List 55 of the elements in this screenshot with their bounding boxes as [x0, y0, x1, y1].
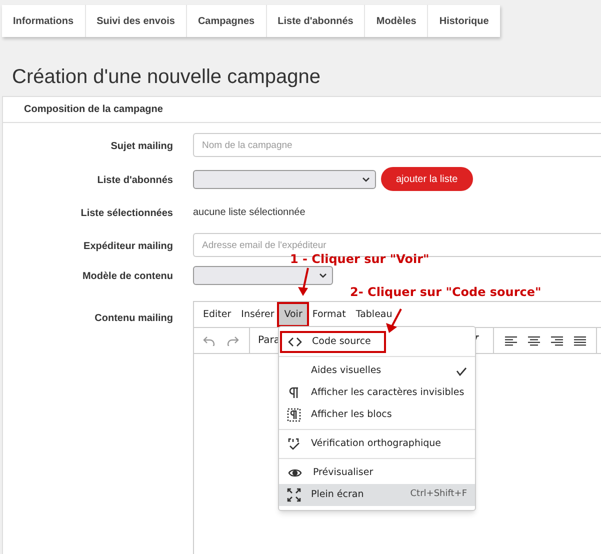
- field-label: Expéditeur mailing: [84, 241, 173, 252]
- menubar-item[interactable]: Tableau: [350, 304, 398, 325]
- menu-item-label: Vérification orthographique: [311, 436, 442, 451]
- add-list-button[interactable]: ajouter la liste: [381, 167, 473, 191]
- annotation-text: 2- Cliquer sur "Code source": [350, 286, 542, 299]
- menu-item-label: Afficher les caractères invisibles: [311, 386, 466, 400]
- checkmark-icon: [456, 366, 467, 376]
- code-icon: [288, 335, 302, 349]
- menu-item-label: Afficher les blocs: [311, 408, 393, 422]
- nav-tab[interactable]: Liste d'abonnés: [266, 5, 364, 37]
- menu-item[interactable]: Prévisualiser: [279, 462, 475, 484]
- menu-item-label: Code source: [312, 334, 372, 349]
- chevron-down-icon: [319, 272, 327, 278]
- justify-icon[interactable]: [574, 336, 586, 346]
- align-center-icon[interactable]: [528, 336, 540, 346]
- menu-item[interactable]: Vérification orthographique: [279, 433, 475, 455]
- field-label: Contenu mailing: [94, 313, 173, 324]
- nav-tab[interactable]: Modèles: [364, 5, 428, 37]
- menu-item[interactable]: Plein écran Ctrl+Shift+F: [279, 484, 475, 506]
- field-label: Liste d'abonnés: [97, 175, 173, 186]
- field-label: Liste sélectionnées: [80, 208, 173, 219]
- pilcrow-icon: [287, 386, 301, 400]
- shortcut-text: Ctrl+Shift+F: [410, 488, 467, 502]
- field-label: Sujet mailing: [110, 141, 173, 152]
- menu-item-label: Aides visuelles: [311, 364, 382, 378]
- align-right-icon[interactable]: [551, 336, 563, 346]
- show-blocks-icon: [287, 408, 301, 422]
- menu-item-label: Prévisualiser: [313, 466, 374, 480]
- spellcheck-icon: [287, 437, 301, 451]
- annotation-arrow: [297, 267, 311, 297]
- menu-item[interactable]: Afficher les caractères invisibles: [279, 382, 475, 404]
- chevron-down-icon: [362, 176, 370, 182]
- menubar-item[interactable]: Voir: [279, 304, 308, 325]
- nav-tab[interactable]: Historique: [427, 5, 500, 37]
- menubar-item[interactable]: Editer: [198, 304, 236, 325]
- field-value: aucune liste sélectionnée: [193, 206, 306, 220]
- page-title: Création d'une nouvelle campagne: [12, 65, 322, 90]
- nav-tab[interactable]: Campagnes: [186, 5, 266, 37]
- field-label: Modèle de contenu: [82, 271, 173, 282]
- select-field[interactable]: [193, 170, 376, 188]
- align-left-icon[interactable]: [505, 336, 517, 346]
- section-title: Composition de la campagne: [24, 103, 163, 117]
- text-field[interactable]: Nom de la campagne: [193, 133, 601, 157]
- menubar-item[interactable]: Insérer: [236, 304, 280, 325]
- menu-item[interactable]: Aides visuelles: [279, 360, 475, 382]
- menu-item[interactable]: Afficher les blocs: [279, 404, 475, 426]
- select-field[interactable]: [193, 266, 333, 284]
- nav-tab[interactable]: Suivi des envois: [84, 5, 186, 37]
- nav-tab[interactable]: Informations: [2, 5, 85, 37]
- redo-icon[interactable]: [227, 336, 239, 346]
- menubar-item[interactable]: Format: [307, 304, 351, 325]
- menu-item[interactable]: Code source: [280, 331, 386, 353]
- undo-icon[interactable]: [203, 336, 215, 346]
- menu-item-label: Plein écran: [311, 488, 365, 502]
- fullscreen-icon: [287, 488, 301, 502]
